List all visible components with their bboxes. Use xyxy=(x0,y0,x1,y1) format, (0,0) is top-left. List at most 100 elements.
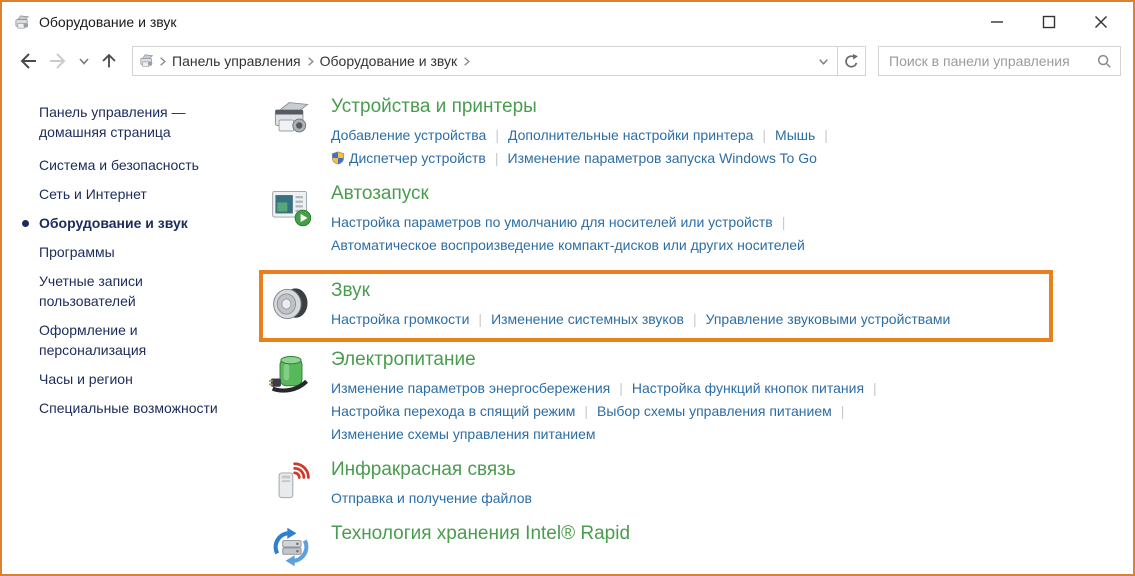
address-dropdown-chevron-icon[interactable] xyxy=(816,54,831,69)
task-link[interactable]: Изменение системных звуков xyxy=(491,311,684,327)
task-link[interactable]: Настройка параметров по умолчанию для но… xyxy=(331,214,773,230)
navigation-bar: Панель управления Оборудование и звук xyxy=(2,42,1133,80)
storage-sync-icon xyxy=(269,523,331,569)
task-link[interactable]: Диспетчер устройств xyxy=(349,150,486,166)
printer-icon xyxy=(269,96,331,170)
category-section: Электропитание Изменение параметров энерг… xyxy=(269,349,1133,446)
category-section: Устройства и принтеры Добавление устройст… xyxy=(269,96,1133,170)
section-title[interactable]: Электропитание xyxy=(331,349,886,371)
task-link[interactable]: Мышь xyxy=(775,127,815,143)
chevron-right-icon[interactable] xyxy=(459,54,474,69)
sidebar-item-label: Учетные записи пользователей xyxy=(39,273,143,309)
section-title[interactable]: Автозапуск xyxy=(331,183,805,205)
sidebar-item[interactable]: Оборудование и звук xyxy=(39,213,221,233)
category-section-highlighted: Звук Настройка громкости | Изменение систем… xyxy=(259,270,1053,342)
sidebar-item[interactable]: Специальные возможности xyxy=(39,398,221,418)
task-link-row: Отправка и получение файлов xyxy=(331,487,532,510)
forward-button[interactable] xyxy=(46,49,70,73)
sidebar-item[interactable]: Часы и регион xyxy=(39,369,221,389)
minimize-button[interactable] xyxy=(971,2,1023,42)
sidebar-item-label: Оборудование и звук xyxy=(39,215,188,231)
task-link-row: Изменение схемы управления питанием xyxy=(331,423,886,446)
section-body: Автозапуск Настройка параметров по умолча… xyxy=(331,183,805,257)
link-separator: | xyxy=(762,127,766,143)
link-separator: | xyxy=(824,127,828,143)
link-separator: | xyxy=(841,403,845,419)
address-bar[interactable]: Панель управления Оборудование и звук xyxy=(132,46,838,76)
up-button[interactable] xyxy=(98,50,120,72)
section-body: Звук Настройка громкости | Изменение систем… xyxy=(331,280,950,331)
chevron-right-icon[interactable] xyxy=(303,54,318,69)
task-link-row: Настройка перехода в спящий режим | Выбор … xyxy=(331,400,886,423)
task-link-row: Настройка громкости | Изменение системных … xyxy=(331,308,950,331)
autoplay-icon xyxy=(269,183,331,257)
sidebar-item[interactable]: Оформление и персонализация xyxy=(39,320,221,360)
link-separator: | xyxy=(619,380,623,396)
task-link[interactable]: Управление звуковыми устройствами xyxy=(706,311,951,327)
link-separator: | xyxy=(495,127,499,143)
link-separator: | xyxy=(782,214,786,230)
task-link[interactable]: Изменение параметров запуска Windows To … xyxy=(508,150,817,166)
infrared-icon xyxy=(269,459,331,510)
link-separator: | xyxy=(584,403,588,419)
sidebar-item[interactable]: Программы xyxy=(39,242,221,262)
breadcrumb-control-panel[interactable]: Панель управления xyxy=(170,53,303,69)
task-link[interactable]: Настройка перехода в спящий режим xyxy=(331,403,575,419)
main-sections: Устройства и принтеры Добавление устройст… xyxy=(236,80,1133,576)
speaker-icon xyxy=(269,280,331,331)
task-link[interactable]: Настройка громкости xyxy=(331,311,469,327)
task-link[interactable]: Изменение параметров энергосбережения xyxy=(331,380,610,396)
task-link[interactable]: Добавление устройства xyxy=(331,127,486,143)
task-link[interactable]: Отправка и получение файлов xyxy=(331,490,532,506)
section-body: Технология хранения Intel® Rapid xyxy=(331,523,630,569)
section-body: Электропитание Изменение параметров энерг… xyxy=(331,349,886,446)
close-button[interactable] xyxy=(1075,2,1127,42)
breadcrumb-printer-icon xyxy=(139,53,155,69)
task-link-row: Настройка параметров по умолчанию для но… xyxy=(331,211,805,234)
task-link-row: Диспетчер устройств | Изменение параметров… xyxy=(331,147,837,170)
link-separator: | xyxy=(495,150,499,166)
section-title[interactable]: Устройства и принтеры xyxy=(331,96,837,118)
task-link[interactable]: Изменение схемы управления питанием xyxy=(331,426,596,442)
hardware-printer-icon xyxy=(14,14,31,31)
link-separator: | xyxy=(478,311,482,327)
task-link[interactable]: Дополнительные настройки принтера xyxy=(508,127,753,143)
task-link[interactable]: Настройка функций кнопок питания xyxy=(632,380,864,396)
title-bar: Оборудование и звук xyxy=(2,2,1133,42)
chevron-right-icon[interactable] xyxy=(155,54,170,69)
link-separator: | xyxy=(693,311,697,327)
section-title[interactable]: Технология хранения Intel® Rapid xyxy=(331,523,630,545)
uac-shield-icon xyxy=(331,151,345,165)
sidebar-item[interactable]: Панель управления — домашняя страница xyxy=(39,102,221,142)
content-area: Панель управления — домашняя страница Сис… xyxy=(2,80,1133,576)
window-title: Оборудование и звук xyxy=(39,14,177,30)
task-link[interactable]: Автоматическое воспроизведение компакт-д… xyxy=(331,237,805,253)
sidebar: Панель управления — домашняя страница Сис… xyxy=(2,80,236,576)
search-box[interactable] xyxy=(878,46,1121,76)
refresh-button[interactable] xyxy=(838,46,866,76)
back-button[interactable] xyxy=(16,49,40,73)
maximize-button[interactable] xyxy=(1023,2,1075,42)
task-link-row: Изменение параметров энергосбережения | На… xyxy=(331,377,886,400)
link-separator: | xyxy=(873,380,877,396)
section-title[interactable]: Инфракрасная связь xyxy=(331,459,532,481)
sidebar-item-label: Оформление и персонализация xyxy=(39,322,146,358)
task-link[interactable]: Выбор схемы управления питанием xyxy=(597,403,832,419)
category-section: Технология хранения Intel® Rapid xyxy=(269,523,1133,569)
sidebar-item-label: Специальные возможности xyxy=(39,400,218,416)
sidebar-item[interactable]: Учетные записи пользователей xyxy=(39,271,221,311)
section-body: Инфракрасная связь Отправка и получение ф… xyxy=(331,459,532,510)
sidebar-item[interactable]: Система и безопасность xyxy=(39,155,221,175)
section-title[interactable]: Звук xyxy=(331,280,950,302)
category-section: Инфракрасная связь Отправка и получение ф… xyxy=(269,459,1133,510)
breadcrumb-hardware-and-sound[interactable]: Оборудование и звук xyxy=(318,53,460,69)
section-body: Устройства и принтеры Добавление устройст… xyxy=(331,96,837,170)
control-panel-window: Оборудование и звук xyxy=(0,0,1135,576)
search-input[interactable] xyxy=(887,52,1096,70)
recent-pages-chevron-icon[interactable] xyxy=(76,53,92,69)
sidebar-item-label: Система и безопасность xyxy=(39,157,199,173)
task-link-row: Автоматическое воспроизведение компакт-д… xyxy=(331,234,805,257)
search-icon[interactable] xyxy=(1096,53,1112,69)
category-section: Автозапуск Настройка параметров по умолча… xyxy=(269,183,1133,257)
sidebar-item[interactable]: Сеть и Интернет xyxy=(39,184,221,204)
